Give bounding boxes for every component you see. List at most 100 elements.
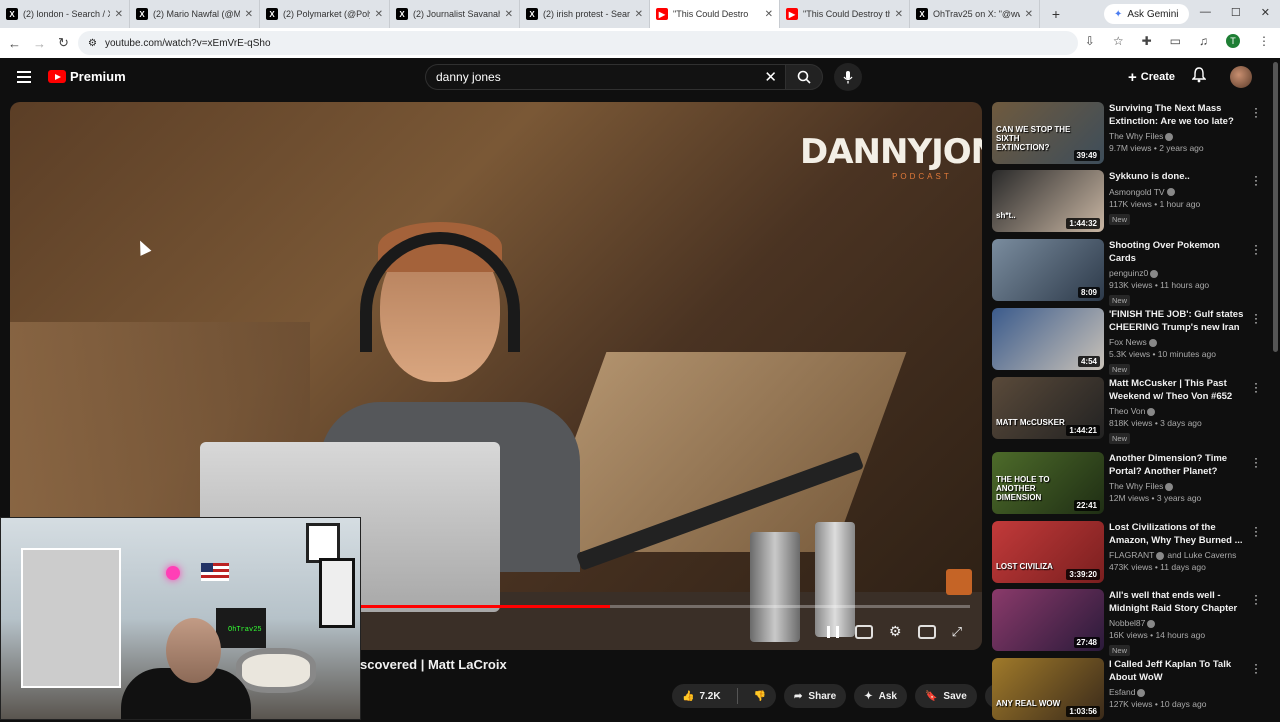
video-thumbnail[interactable]: sh*t.. 1:44:32 [992,170,1104,232]
recommended-video[interactable]: ANY REAL WOW 1:03:56 I Called Jeff Kaplan … [992,658,1262,722]
reload-icon[interactable]: ↻ [58,35,69,51]
recommended-video[interactable]: 4:54 'FINISH THE JOB': Gulf states CHEERI… [992,308,1262,375]
recommended-video[interactable]: CAN WE STOP THE SIXTH EXTINCTION? 39:49 Su… [992,102,1262,166]
video-thumbnail[interactable]: 8:09 [992,239,1104,301]
video-thumbnail[interactable]: LOST CIVILIZA 3:39:20 [992,521,1104,583]
maximize-icon[interactable]: ☐ [1231,6,1241,19]
tab-close-icon[interactable]: ✕ [635,9,643,20]
browser-menu-icon[interactable]: ⋮ [1258,34,1270,48]
browser-tab[interactable]: X (2) london - Search / X ✕ [0,0,130,28]
browser-tab[interactable]: X (2) Journalist Savanah H ✕ [390,0,520,28]
voice-search-button[interactable] [834,63,862,91]
profile-avatar[interactable]: T [1226,34,1240,48]
channel-branding-icon[interactable] [946,569,972,595]
tab-close-icon[interactable]: ✕ [375,9,383,20]
captions-icon[interactable] [855,624,874,639]
save-button[interactable]: 🔖 Save [914,684,977,708]
new-tab-icon[interactable]: + [1046,6,1066,22]
recommended-video[interactable]: sh*t.. 1:44:32 Sykkuno is done.. Asmongold … [992,170,1262,234]
video-title[interactable]: Sykkuno is done.. [1109,171,1247,184]
browser-tab[interactable]: X (2) Polymarket (@Polym ✕ [260,0,390,28]
browser-tab[interactable]: ▶ "This Could Destroy the ✕ [780,0,910,28]
video-thumbnail[interactable]: CAN WE STOP THE SIXTH EXTINCTION? 39:49 [992,102,1104,164]
more-vert-icon[interactable]: · · · [1254,170,1258,190]
share-button[interactable]: ➦ Share [784,684,847,708]
video-title[interactable]: Another Dimension? Time Portal? Another … [1109,453,1247,478]
channel-name[interactable]: Fox News [1109,337,1247,347]
channel-name[interactable]: Esfand [1109,687,1247,697]
verified-check-icon [1150,269,1159,278]
autoplay-pause-icon[interactable] [827,625,840,638]
recommended-video[interactable]: 27:48 All's well that ends well - Midnigh… [992,589,1262,656]
more-vert-icon[interactable]: · · · [1254,102,1258,122]
notifications-icon[interactable] [1191,67,1207,88]
ask-gemini-button[interactable]: ✦ Ask Gemini [1104,4,1189,24]
more-vert-icon[interactable]: · · · [1254,377,1258,397]
video-thumbnail[interactable]: ANY REAL WOW 1:03:56 [992,658,1104,720]
channel-name[interactable]: The Why Files [1109,131,1247,141]
video-title[interactable]: Surviving The Next Mass Extinction: Are … [1109,103,1247,128]
recommended-video[interactable]: THE HOLE TO ANOTHER DIMENSION 22:41 Anothe… [992,452,1262,516]
tab-close-icon[interactable]: ✕ [895,9,903,20]
like-button[interactable]: 👍 7.2K [672,684,731,708]
video-title[interactable]: I Called Jeff Kaplan To Talk About WoW [1109,659,1247,684]
more-vert-icon[interactable]: · · · [1254,658,1258,678]
browser-tab[interactable]: X (2) irish protest - Search ✕ [520,0,650,28]
back-icon[interactable]: ← [8,36,21,51]
channel-name[interactable]: FLAGRANT and Luke Caverns [1109,550,1247,560]
extensions-icon[interactable]: ✚ [1142,34,1152,48]
clear-search-icon[interactable]: ✕ [764,68,777,86]
url-field[interactable]: ⚙ youtube.com/watch?v=xEmVrE-qSho [78,31,1078,55]
fullscreen-icon[interactable]: ⤢ [952,624,962,640]
more-vert-icon[interactable]: · · · [1254,521,1258,541]
bookmark-star-icon[interactable]: ☆ [1113,34,1124,48]
recommended-video[interactable]: MATT McCUSKER 1:44:21 Matt McCusker | This… [992,377,1262,444]
more-vert-icon[interactable]: · · · [1254,239,1258,259]
channel-name[interactable]: Asmongold TV [1109,187,1247,197]
youtube-logo[interactable]: Premium [48,69,126,84]
search-button[interactable] [785,64,823,90]
sidebar-icon[interactable]: ▭ [1170,34,1181,48]
recommended-video[interactable]: 8:09 Shooting Over Pokemon Cards penguinz0… [992,239,1262,306]
video-thumbnail[interactable]: 4:54 [992,308,1104,370]
forward-icon[interactable]: → [33,36,46,51]
install-app-icon[interactable]: ⇩ [1085,34,1095,48]
video-title[interactable]: Shooting Over Pokemon Cards [1109,240,1247,265]
site-info-icon[interactable]: ⚙ [88,38,97,49]
media-icon[interactable]: ♫ [1199,34,1208,48]
miniplayer-icon[interactable] [917,624,936,639]
page-scrollbar[interactable] [1272,60,1279,720]
tab-close-icon[interactable]: ✕ [505,9,513,20]
dislike-button[interactable]: 👎 [744,684,776,708]
minimize-icon[interactable]: — [1200,6,1211,19]
more-vert-icon[interactable]: · · · [1254,452,1258,472]
recommended-video[interactable]: LOST CIVILIZA 3:39:20 Lost Civilizations o… [992,521,1262,585]
settings-gear-icon[interactable]: ⚙ [889,623,902,640]
browser-tab[interactable]: X (2) Mario Nawfal (@Ma ✕ [130,0,260,28]
more-vert-icon[interactable]: · · · [1254,308,1258,328]
video-title[interactable]: All's well that ends well - Midnight Rai… [1109,590,1247,615]
more-vert-icon[interactable]: · · · [1254,589,1258,609]
channel-name[interactable]: The Why Files [1109,481,1247,491]
search-input[interactable]: danny jones ✕ [425,64,785,90]
browser-tab[interactable]: X OhTrav25 on X: "@ww ✕ [910,0,1040,28]
channel-name[interactable]: Nobbel87 [1109,618,1247,628]
tab-close-icon[interactable]: ✕ [1025,9,1033,20]
tab-close-icon[interactable]: ✕ [245,9,253,20]
video-thumbnail[interactable]: 27:48 [992,589,1104,651]
create-button[interactable]: + Create [1120,66,1183,88]
account-avatar[interactable] [1230,66,1252,88]
tab-close-icon[interactable]: ✕ [765,9,773,20]
close-window-icon[interactable]: ✕ [1261,6,1270,19]
video-title[interactable]: 'FINISH THE JOB': Gulf states CHEERING T… [1109,309,1247,334]
tab-close-icon[interactable]: ✕ [115,9,123,20]
video-title[interactable]: Lost Civilizations of the Amazon, Why Th… [1109,522,1247,547]
channel-name[interactable]: penguinz0 [1109,268,1247,278]
channel-name[interactable]: Theo Von [1109,406,1247,416]
ask-button[interactable]: ✦ Ask [854,684,907,708]
video-thumbnail[interactable]: THE HOLE TO ANOTHER DIMENSION 22:41 [992,452,1104,514]
video-thumbnail[interactable]: MATT McCUSKER 1:44:21 [992,377,1104,439]
menu-icon[interactable] [17,71,31,86]
video-title[interactable]: Matt McCusker | This Past Weekend w/ The… [1109,378,1247,403]
browser-tab[interactable]: ▶ "This Could Destro ✕ [650,0,780,28]
